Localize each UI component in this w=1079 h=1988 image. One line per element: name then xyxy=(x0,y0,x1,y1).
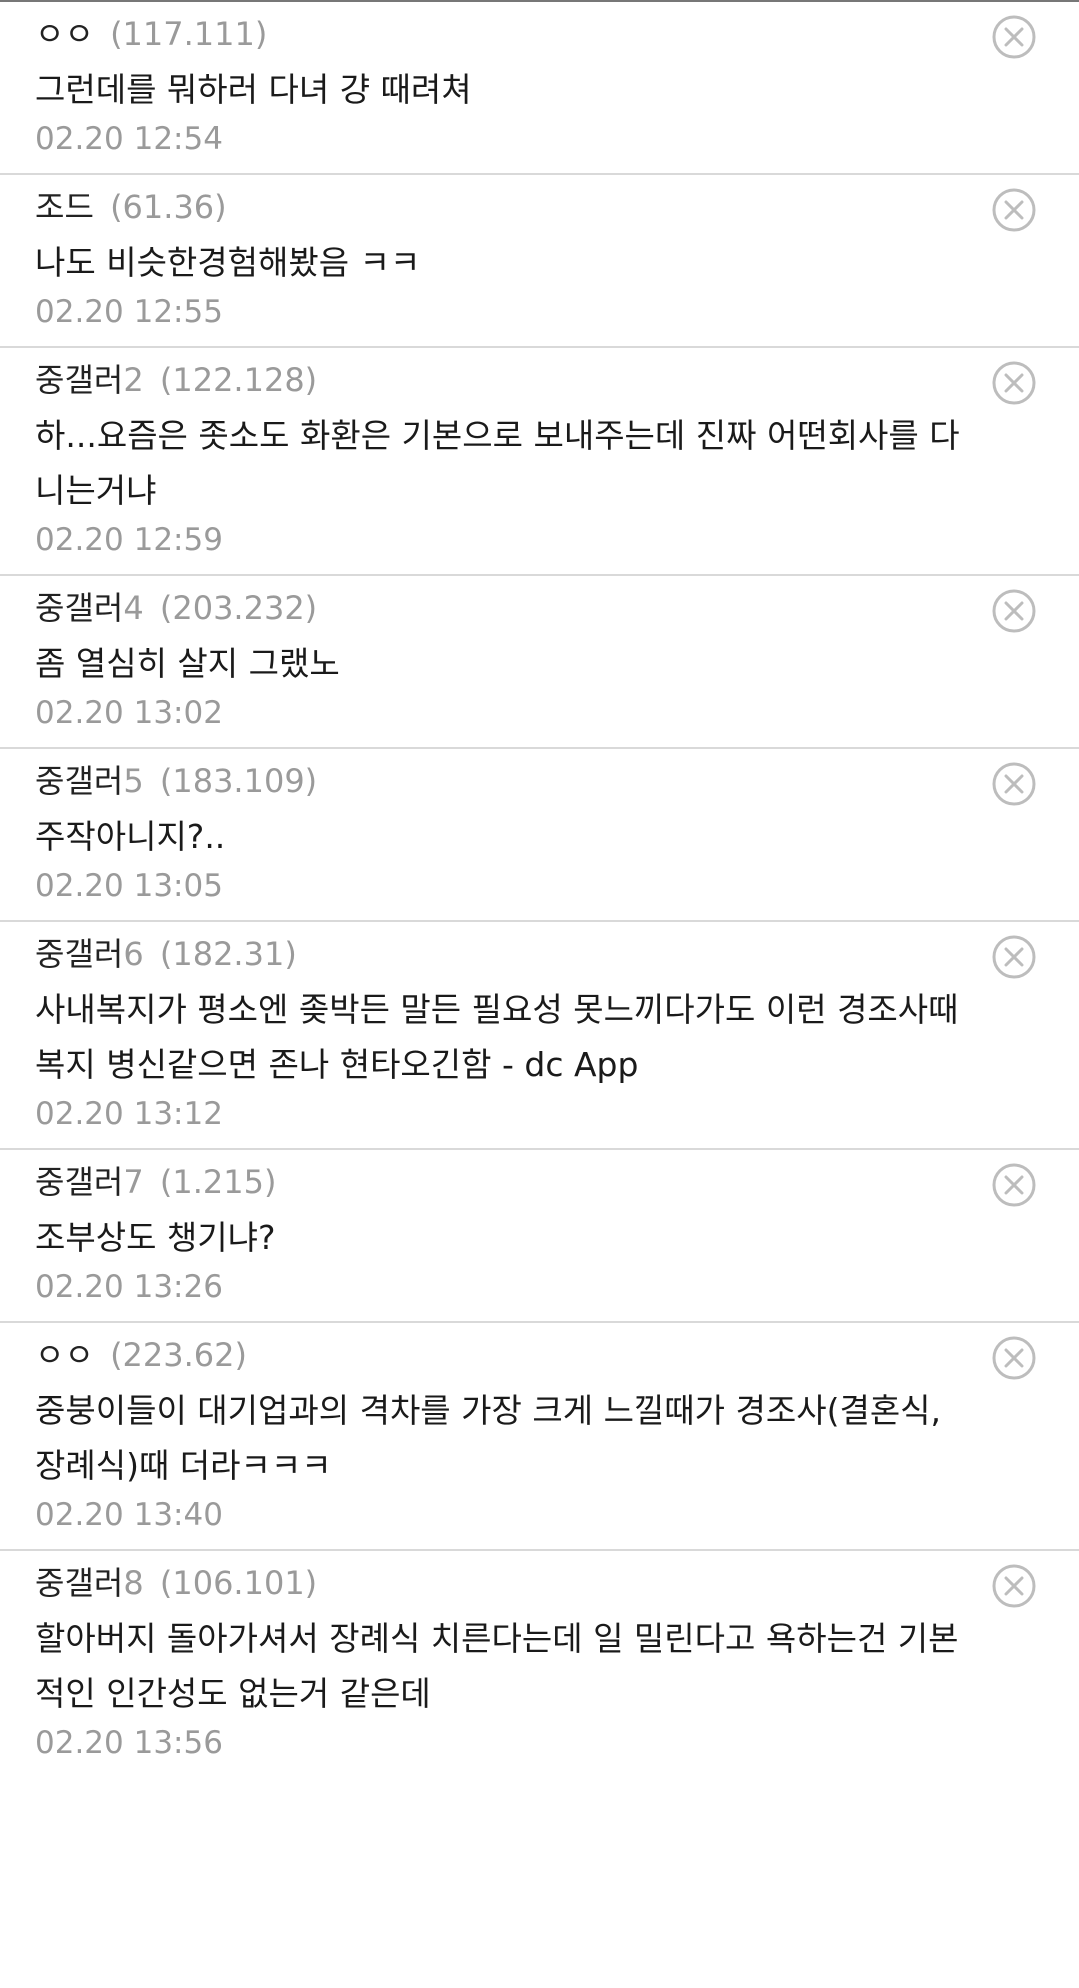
comment-nickname-suffix: 7 xyxy=(123,1163,144,1201)
comment-item: ㅇㅇ (223.62) 중붕이들이 대기업과의 격차를 가장 크게 느낄때가 경… xyxy=(0,1323,1079,1551)
comment-nickname[interactable]: 중갤러 xyxy=(35,935,123,973)
comment-meta: 중갤러2 (122.128) xyxy=(35,360,969,400)
comment-nickname[interactable]: 중갤러 xyxy=(35,589,123,627)
comment-item: 중갤러6 (182.31) 사내복지가 평소엔 좆박든 말든 필요성 못느끼다가… xyxy=(0,922,1079,1150)
comment-item: 중갤러5 (183.109) 주작아니지?.. 02.20 13:05 xyxy=(0,749,1079,922)
comment-ip: (223.62) xyxy=(110,1336,247,1374)
comment-text: 좀 열심히 살지 그랬노 xyxy=(35,644,340,683)
comment-item: 중갤러8 (106.101) 할아버지 돌아가셔서 장례식 치른다는데 일 밀린… xyxy=(0,1551,1079,1777)
delete-comment-button[interactable] xyxy=(991,761,1037,807)
comment-timestamp: 02.20 13:12 xyxy=(35,1096,223,1132)
comment-item: 중갤러4 (203.232) 좀 열심히 살지 그랬노 02.20 13:02 xyxy=(0,576,1079,749)
comment-timestamp: 02.20 12:59 xyxy=(35,522,223,558)
comment-ip: (117.111) xyxy=(110,15,268,53)
comment-timestamp: 02.20 13:40 xyxy=(35,1497,223,1533)
delete-comment-button[interactable] xyxy=(991,1335,1037,1381)
comment-ip: (122.128) xyxy=(159,361,318,399)
comment-ip: (182.31) xyxy=(159,935,297,973)
comment-meta: ㅇㅇ (223.62) xyxy=(35,1335,969,1375)
delete-comment-button[interactable] xyxy=(991,187,1037,233)
comment-item: 중갤러2 (122.128) 하...요즘은 좃소도 화환은 기본으로 보내주는… xyxy=(0,348,1079,576)
comment-nickname-suffix: 6 xyxy=(123,935,144,973)
comment-nickname[interactable]: ㅇㅇ xyxy=(35,1336,94,1374)
close-circle-icon xyxy=(992,15,1036,59)
comment-text: 중붕이들이 대기업과의 격차를 가장 크게 느낄때가 경조사(결혼식, 장례식)… xyxy=(35,1391,942,1485)
comment-nickname-suffix: 8 xyxy=(123,1564,144,1602)
comment-ip: (61.36) xyxy=(110,188,227,226)
delete-comment-button[interactable] xyxy=(991,360,1037,406)
comment-meta: 중갤러8 (106.101) xyxy=(35,1563,969,1603)
comment-ip: (203.232) xyxy=(159,589,318,627)
comment-timestamp: 02.20 13:02 xyxy=(35,695,223,731)
comment-meta: 조드 (61.36) xyxy=(35,187,969,227)
comment-text: 조부상도 챙기냐? xyxy=(35,1218,276,1257)
delete-comment-button[interactable] xyxy=(991,1563,1037,1609)
comment-timestamp: 02.20 12:54 xyxy=(35,121,223,157)
comment-timestamp: 02.20 13:05 xyxy=(35,868,223,904)
comment-timestamp: 02.20 13:26 xyxy=(35,1269,223,1305)
comment-nickname-suffix: 4 xyxy=(123,589,144,627)
delete-comment-button[interactable] xyxy=(991,588,1037,634)
comment-meta: 중갤러5 (183.109) xyxy=(35,761,969,801)
comment-meta: 중갤러6 (182.31) xyxy=(35,934,969,974)
comment-ip: (106.101) xyxy=(159,1564,318,1602)
comment-nickname[interactable]: 조드 xyxy=(35,188,94,226)
comment-text: 사내복지가 평소엔 좆박든 말든 필요성 못느끼다가도 이런 경조사때 복지 병… xyxy=(35,990,959,1084)
comment-nickname[interactable]: 중갤러 xyxy=(35,762,123,800)
comment-text: 주작아니지?.. xyxy=(35,817,226,856)
comment-item: 중갤러7 (1.215) 조부상도 챙기냐? 02.20 13:26 xyxy=(0,1150,1079,1323)
comment-nickname-suffix: 2 xyxy=(123,361,144,399)
delete-comment-button[interactable] xyxy=(991,14,1037,60)
close-circle-icon xyxy=(992,1336,1036,1380)
close-circle-icon xyxy=(992,188,1036,232)
close-circle-icon xyxy=(992,762,1036,806)
comment-item: ㅇㅇ (117.111) 그런데를 뭐하러 다녀 걍 때려쳐 02.20 12:… xyxy=(0,2,1079,175)
comment-text: 나도 비슷한경험해봤음 ㅋㅋ xyxy=(35,243,421,282)
comment-timestamp: 02.20 13:56 xyxy=(35,1725,223,1761)
comment-meta: ㅇㅇ (117.111) xyxy=(35,14,969,54)
comment-nickname[interactable]: 중갤러 xyxy=(35,361,123,399)
comment-meta: 중갤러7 (1.215) xyxy=(35,1162,969,1202)
comment-ip: (183.109) xyxy=(159,762,318,800)
close-circle-icon xyxy=(992,1564,1036,1608)
close-circle-icon xyxy=(992,935,1036,979)
comment-text: 할아버지 돌아가셔서 장례식 치른다는데 일 밀린다고 욕하는건 기본적인 인간… xyxy=(35,1619,959,1713)
close-circle-icon xyxy=(992,589,1036,633)
comment-item: 조드 (61.36) 나도 비슷한경험해봤음 ㅋㅋ 02.20 12:55 xyxy=(0,175,1079,348)
close-circle-icon xyxy=(992,361,1036,405)
comment-meta: 중갤러4 (203.232) xyxy=(35,588,969,628)
comment-text: 그런데를 뭐하러 다녀 걍 때려쳐 xyxy=(35,70,472,109)
comment-nickname[interactable]: 중갤러 xyxy=(35,1564,123,1602)
comment-nickname[interactable]: 중갤러 xyxy=(35,1163,123,1201)
comment-nickname-suffix: 5 xyxy=(123,762,144,800)
delete-comment-button[interactable] xyxy=(991,934,1037,980)
comment-list: ㅇㅇ (117.111) 그런데를 뭐하러 다녀 걍 때려쳐 02.20 12:… xyxy=(0,2,1079,1777)
comment-text: 하...요즘은 좃소도 화환은 기본으로 보내주는데 진짜 어떤회사를 다니는거… xyxy=(35,416,960,510)
comment-nickname[interactable]: ㅇㅇ xyxy=(35,15,94,53)
delete-comment-button[interactable] xyxy=(991,1162,1037,1208)
comment-timestamp: 02.20 12:55 xyxy=(35,294,223,330)
comment-ip: (1.215) xyxy=(159,1163,277,1201)
close-circle-icon xyxy=(992,1163,1036,1207)
